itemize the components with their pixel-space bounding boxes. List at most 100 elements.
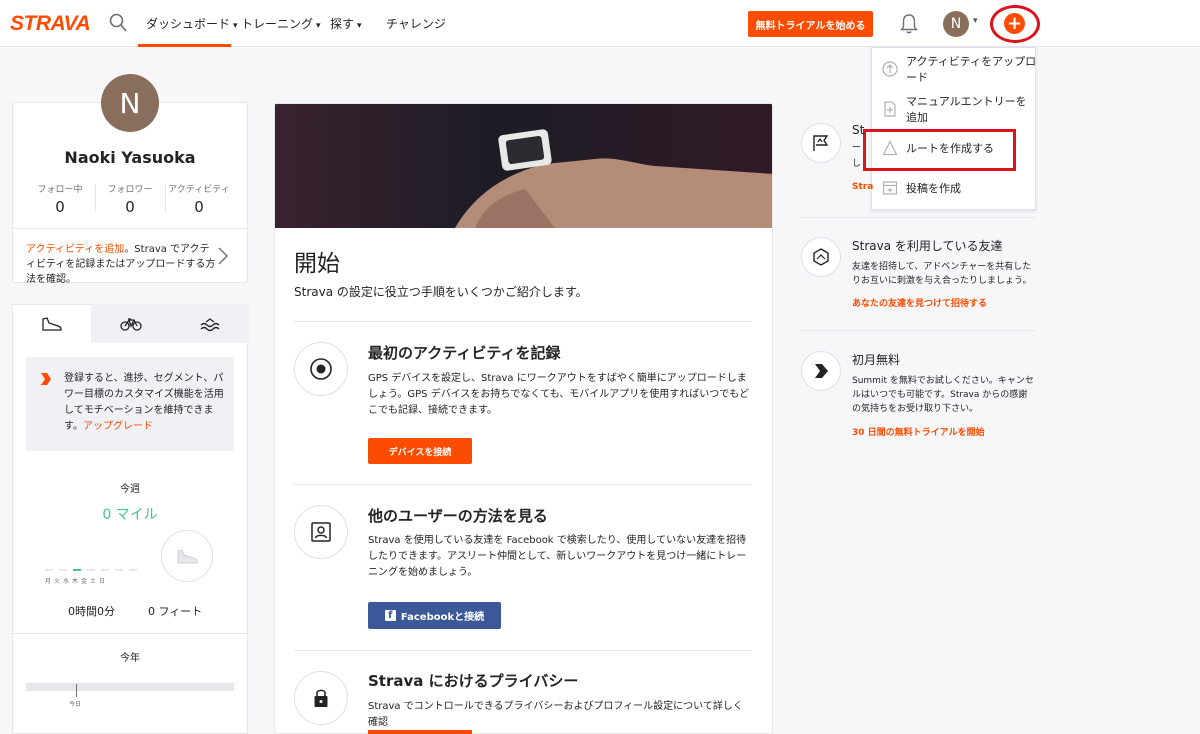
week-distance: 0 マイル xyxy=(102,507,158,523)
step-description: Strava を使用している友達を Facebook で検索したり、使用していな… xyxy=(368,535,747,578)
stat-label: フォロワー xyxy=(107,185,153,195)
flag-icon xyxy=(813,135,829,151)
chevron-down-icon[interactable]: ▾ xyxy=(973,16,978,26)
page-subtitle: Strava の設定に役立つ手順をいくつかご紹介します。 xyxy=(294,285,588,299)
stat-value: 0 xyxy=(125,198,135,216)
upgrade-text: 登録すると、進捗、セグメント、パワー目標のカスタマイズ機能を活用してモチベーショ… xyxy=(64,371,229,435)
facebook-connect-button[interactable]: f Facebookと接続 xyxy=(368,602,501,629)
swim-icon xyxy=(200,317,219,331)
week-elevation: 0 フィート xyxy=(148,605,203,618)
nav-explore[interactable]: 探す ▾ xyxy=(330,15,362,32)
running-shoe-icon xyxy=(41,316,62,331)
step-title: 最初のアクティビティを記録 xyxy=(368,344,561,362)
step-title: 他のユーザーの方法を見る xyxy=(368,507,548,525)
bell-icon[interactable] xyxy=(899,13,919,35)
chevron-down-icon: ▾ xyxy=(233,21,238,31)
partial-card-link[interactable]: Stra xyxy=(852,182,873,192)
nav-active-indicator xyxy=(138,44,231,47)
divider xyxy=(12,633,248,634)
year-progress-bar xyxy=(26,683,234,691)
stat-followers[interactable]: フォロワー 0 xyxy=(95,182,165,216)
nav-explore-label: 探す xyxy=(330,17,355,31)
strava-logo[interactable]: STRAVA xyxy=(10,12,91,36)
step-description: Strava でコントロールできるプライバシーおよびプロフィール設定について詳し… xyxy=(368,701,743,728)
nav-training-label: トレーニング xyxy=(241,17,314,31)
privacy-button[interactable] xyxy=(368,730,472,734)
stat-label: フォロー中 xyxy=(37,185,83,195)
this-week-label: 今週 xyxy=(120,484,140,495)
friends-icon-circle xyxy=(294,505,348,559)
profile-avatar[interactable]: N xyxy=(101,74,159,132)
nav-challenges-label: チャレンジ xyxy=(386,17,446,31)
menu-item-manual-entry[interactable]: マニュアルエントリーを追加 xyxy=(872,90,1037,128)
invite-friends-link[interactable]: あなたの友達を見つけて招待する xyxy=(852,296,987,309)
stat-activities[interactable]: アクティビティ 0 xyxy=(164,182,234,216)
nav-challenges[interactable]: チャレンジ xyxy=(386,15,446,32)
stat-value: 0 xyxy=(194,198,204,216)
stat-following[interactable]: フォロー中 0 xyxy=(25,182,95,216)
menu-item-upload-activity[interactable]: アクティビティをアップロード xyxy=(872,50,1037,88)
summit-chevron-icon xyxy=(815,364,828,378)
nav-dashboard[interactable]: ダッシュボード ▾ xyxy=(146,15,238,32)
upload-icon xyxy=(882,61,898,77)
privacy-icon-circle xyxy=(294,671,348,725)
menu-item-label: 投稿を作成 xyxy=(906,182,961,195)
stat-value: 0 xyxy=(55,198,65,216)
week-days: 月火水木金土日 xyxy=(45,578,109,585)
partial-card-title: St xyxy=(852,123,865,137)
stat-label: アクティビティ xyxy=(168,185,230,195)
partial-card-desc: し xyxy=(852,159,862,169)
tab-cycling[interactable] xyxy=(91,304,170,343)
profile-card-icon xyxy=(311,522,331,542)
facebook-button-label: Facebookと接続 xyxy=(400,612,485,623)
divider xyxy=(801,330,1035,331)
week-day-bars xyxy=(45,569,137,571)
menu-item-label: マニュアルエントリーを追加 xyxy=(906,95,1027,124)
flag-icon-circle xyxy=(801,123,841,163)
hexagon-icon xyxy=(813,248,829,266)
lock-icon xyxy=(314,689,328,707)
facebook-icon: f xyxy=(384,610,396,621)
week-progress-circle xyxy=(161,530,213,582)
summit-icon-circle xyxy=(801,351,841,391)
today-marker xyxy=(76,684,77,697)
friends-title: Strava を利用している友達 xyxy=(852,239,1003,253)
add-activity-link[interactable]: アクティビティを追加 xyxy=(26,244,124,255)
free-month-title: 初月無料 xyxy=(852,353,901,367)
divider xyxy=(294,484,752,485)
connect-device-button[interactable]: デバイスを接続 xyxy=(368,438,472,464)
divider xyxy=(294,650,752,651)
bike-icon xyxy=(119,317,142,331)
free-month-description: Summit を無料でお試しください。キャンセルはいつでも可能です。Strava… xyxy=(852,376,1034,414)
running-shoe-icon xyxy=(177,549,198,564)
divider xyxy=(12,228,248,229)
user-avatar[interactable]: N xyxy=(943,11,969,37)
page-title: 開始 xyxy=(294,251,340,277)
tab-running[interactable] xyxy=(12,304,91,343)
record-icon-circle xyxy=(294,342,348,396)
chevron-right-icon[interactable] xyxy=(217,246,229,266)
profile-name[interactable]: Naoki Yasuoka xyxy=(12,148,248,167)
step-description: GPS デバイスを設定し、Strava にワークアウトをすばやく簡単にアップロー… xyxy=(368,373,750,416)
manual-entry-icon xyxy=(884,101,896,117)
post-icon xyxy=(882,181,898,195)
divider xyxy=(801,217,1035,218)
record-icon xyxy=(310,358,332,380)
free-trial-button[interactable]: 無料トライアルを始める xyxy=(748,11,873,37)
search-icon[interactable] xyxy=(109,13,127,33)
chevron-down-icon: ▾ xyxy=(316,21,321,31)
step-title: Strava におけるプライバシー xyxy=(368,672,579,690)
friends-icon-circle xyxy=(801,237,841,277)
chevron-right-icon xyxy=(41,373,51,385)
menu-item-label: アクティビティをアップロード xyxy=(906,55,1037,84)
partial-card-desc: ー xyxy=(852,143,862,153)
add-activity-prompt[interactable]: アクティビティを追加。Strava でアクティビティを記録またはアップロードする… xyxy=(26,242,216,287)
menu-item-create-post[interactable]: 投稿を作成 xyxy=(872,169,1037,207)
tab-swimming[interactable] xyxy=(170,304,249,343)
friends-description: 友達を招待して、アドベンチャーを共有したりお互いに刺激を与え合ったりしましょう。 xyxy=(852,262,1032,286)
start-free-trial-link[interactable]: 30 日間の無料トライアルを開始 xyxy=(852,425,985,438)
chevron-down-icon: ▾ xyxy=(357,21,362,31)
annotation-circle xyxy=(990,5,1040,43)
nav-training[interactable]: トレーニング ▾ xyxy=(241,15,321,32)
upgrade-link[interactable]: アップグレード xyxy=(83,421,153,432)
